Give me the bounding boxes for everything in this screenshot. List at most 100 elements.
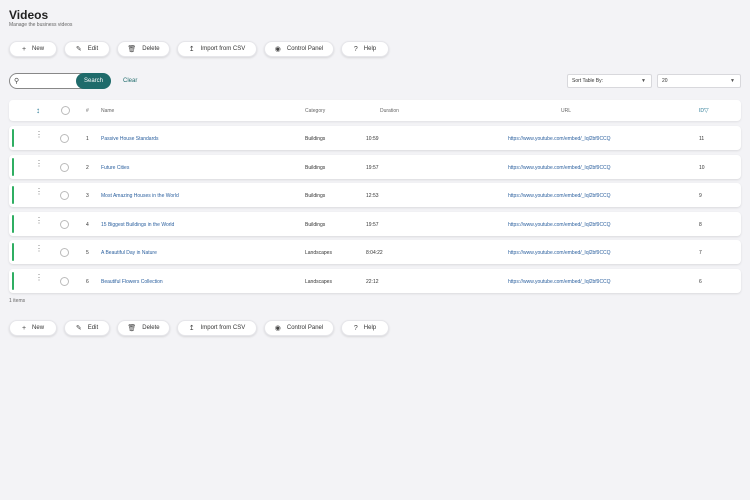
row-url[interactable]: https://www.youtube.com/embed/_Iql2bf9CC… [508, 250, 611, 256]
help-button-label: Help [363, 325, 377, 331]
row-category: Buildings [305, 222, 326, 228]
page-size-select[interactable]: 20 ▼ [657, 74, 741, 88]
table-row[interactable]: ⋮ 3 Most Amazing Houses in the World Bui… [9, 183, 741, 207]
row-indicator [12, 129, 14, 147]
row-checkbox[interactable] [60, 220, 69, 229]
gauge-icon: ◉ [274, 45, 281, 53]
table-row[interactable]: ⋮ 4 15 Biggest Buildings in the World Bu… [9, 212, 741, 236]
item-count: 1 items [9, 298, 26, 304]
row-indicator [12, 158, 14, 176]
sort-icon[interactable]: ↕ [36, 106, 40, 115]
help-button[interactable]: ? Help [341, 320, 389, 336]
row-url[interactable]: https://www.youtube.com/embed/_Iql2bf9CC… [508, 193, 611, 199]
table-header: ↕ # Name Category Duration URL ID▽ [9, 100, 741, 121]
row-checkbox[interactable] [60, 163, 69, 172]
chevron-down-icon: ▼ [730, 78, 735, 84]
row-indicator [12, 243, 14, 261]
search-icon: ⚲ [14, 78, 20, 85]
row-id: 9 [699, 193, 702, 199]
search-button[interactable]: Search [76, 73, 111, 89]
new-button[interactable]: + New [9, 41, 57, 57]
row-name[interactable]: Most Amazing Houses in the World [101, 193, 179, 199]
import-csv-button-label: Import from CSV [200, 325, 246, 331]
header-id[interactable]: ID▽ [699, 107, 709, 114]
row-url[interactable]: https://www.youtube.com/embed/_Iql2bf9CC… [508, 279, 611, 285]
trash-icon: 🗑 [127, 324, 137, 332]
sort-select[interactable]: Sort Table By: ▼ [567, 74, 652, 88]
row-checkbox[interactable] [60, 248, 69, 257]
row-num: 3 [86, 193, 89, 199]
row-checkbox[interactable] [60, 191, 69, 200]
control-panel-button-label: Control Panel [286, 46, 324, 52]
import-csv-button[interactable]: ↥ Import from CSV [177, 320, 257, 336]
new-button[interactable]: + New [9, 320, 57, 336]
help-button[interactable]: ? Help [341, 41, 389, 57]
edit-icon: ✎ [75, 45, 82, 53]
kebab-menu-icon[interactable]: ⋮ [35, 160, 43, 168]
edit-button[interactable]: ✎ Edit [64, 41, 110, 57]
row-duration: 19:57 [366, 222, 379, 228]
plus-icon: + [21, 45, 27, 53]
bottom-toolbar: + New ✎ Edit 🗑 Delete ↥ Import from CSV … [9, 320, 389, 336]
chevron-down-icon: ▼ [641, 78, 646, 84]
delete-button[interactable]: 🗑 Delete [117, 320, 170, 336]
control-panel-button[interactable]: ◉ Control Panel [264, 41, 334, 57]
row-name[interactable]: A Beautiful Day in Nature [101, 250, 157, 256]
edit-button-label: Edit [87, 46, 99, 52]
row-duration: 8:04:22 [366, 250, 383, 256]
row-checkbox[interactable] [60, 134, 69, 143]
row-duration: 12:53 [366, 193, 379, 199]
header-duration[interactable]: Duration [380, 108, 399, 114]
row-url[interactable]: https://www.youtube.com/embed/_Iql2bf9CC… [508, 222, 611, 228]
edit-button[interactable]: ✎ Edit [64, 320, 110, 336]
row-id: 8 [699, 222, 702, 228]
select-all-checkbox[interactable] [61, 106, 70, 115]
edit-button-label: Edit [87, 325, 99, 331]
table-row[interactable]: ⋮ 2 Future Cities Buildings 19:57 https:… [9, 155, 741, 179]
row-id: 11 [699, 136, 705, 142]
gauge-icon: ◉ [274, 324, 281, 332]
help-icon: ? [353, 45, 358, 53]
control-panel-button[interactable]: ◉ Control Panel [264, 320, 334, 336]
trash-icon: 🗑 [127, 45, 137, 53]
delete-button[interactable]: 🗑 Delete [117, 41, 170, 57]
help-icon: ? [353, 324, 358, 332]
table-row[interactable]: ⋮ 1 Passive House Standards Buildings 10… [9, 126, 741, 150]
top-toolbar: + New ✎ Edit 🗑 Delete ↥ Import from CSV … [9, 41, 389, 57]
header-url[interactable]: URL [561, 108, 571, 114]
row-num: 1 [86, 136, 89, 142]
header-num: # [86, 108, 89, 114]
row-name[interactable]: Beautiful Flowers Collection [101, 279, 163, 285]
row-num: 4 [86, 222, 89, 228]
upload-icon: ↥ [188, 324, 195, 332]
import-csv-button[interactable]: ↥ Import from CSV [177, 41, 257, 57]
row-id: 7 [699, 250, 702, 256]
table-row[interactable]: ⋮ 5 A Beautiful Day in Nature Landscapes… [9, 240, 741, 264]
kebab-menu-icon[interactable]: ⋮ [35, 188, 43, 196]
row-id: 6 [699, 279, 702, 285]
page-title: Videos [9, 8, 49, 22]
row-duration: 22:12 [366, 279, 379, 285]
row-url[interactable]: https://www.youtube.com/embed/_Iql2bf9CC… [508, 136, 611, 142]
kebab-menu-icon[interactable]: ⋮ [35, 131, 43, 139]
row-category: Buildings [305, 136, 326, 142]
header-name[interactable]: Name [101, 108, 114, 114]
clear-link[interactable]: Clear [123, 78, 137, 84]
kebab-menu-icon[interactable]: ⋮ [35, 217, 43, 225]
row-name[interactable]: Future Cities [101, 165, 129, 171]
table-row[interactable]: ⋮ 6 Beautiful Flowers Collection Landsca… [9, 269, 741, 293]
row-url[interactable]: https://www.youtube.com/embed/_Iql2bf9CC… [508, 165, 611, 171]
header-category[interactable]: Category [305, 108, 325, 114]
row-name[interactable]: Passive House Standards [101, 136, 159, 142]
control-panel-button-label: Control Panel [286, 325, 324, 331]
row-duration: 19:57 [366, 165, 379, 171]
row-indicator [12, 215, 14, 233]
row-name[interactable]: 15 Biggest Buildings in the World [101, 222, 174, 228]
row-num: 5 [86, 250, 89, 256]
row-checkbox[interactable] [60, 277, 69, 286]
delete-button-label: Delete [142, 325, 160, 331]
help-button-label: Help [363, 46, 377, 52]
row-num: 2 [86, 165, 89, 171]
kebab-menu-icon[interactable]: ⋮ [35, 245, 43, 253]
kebab-menu-icon[interactable]: ⋮ [35, 274, 43, 282]
